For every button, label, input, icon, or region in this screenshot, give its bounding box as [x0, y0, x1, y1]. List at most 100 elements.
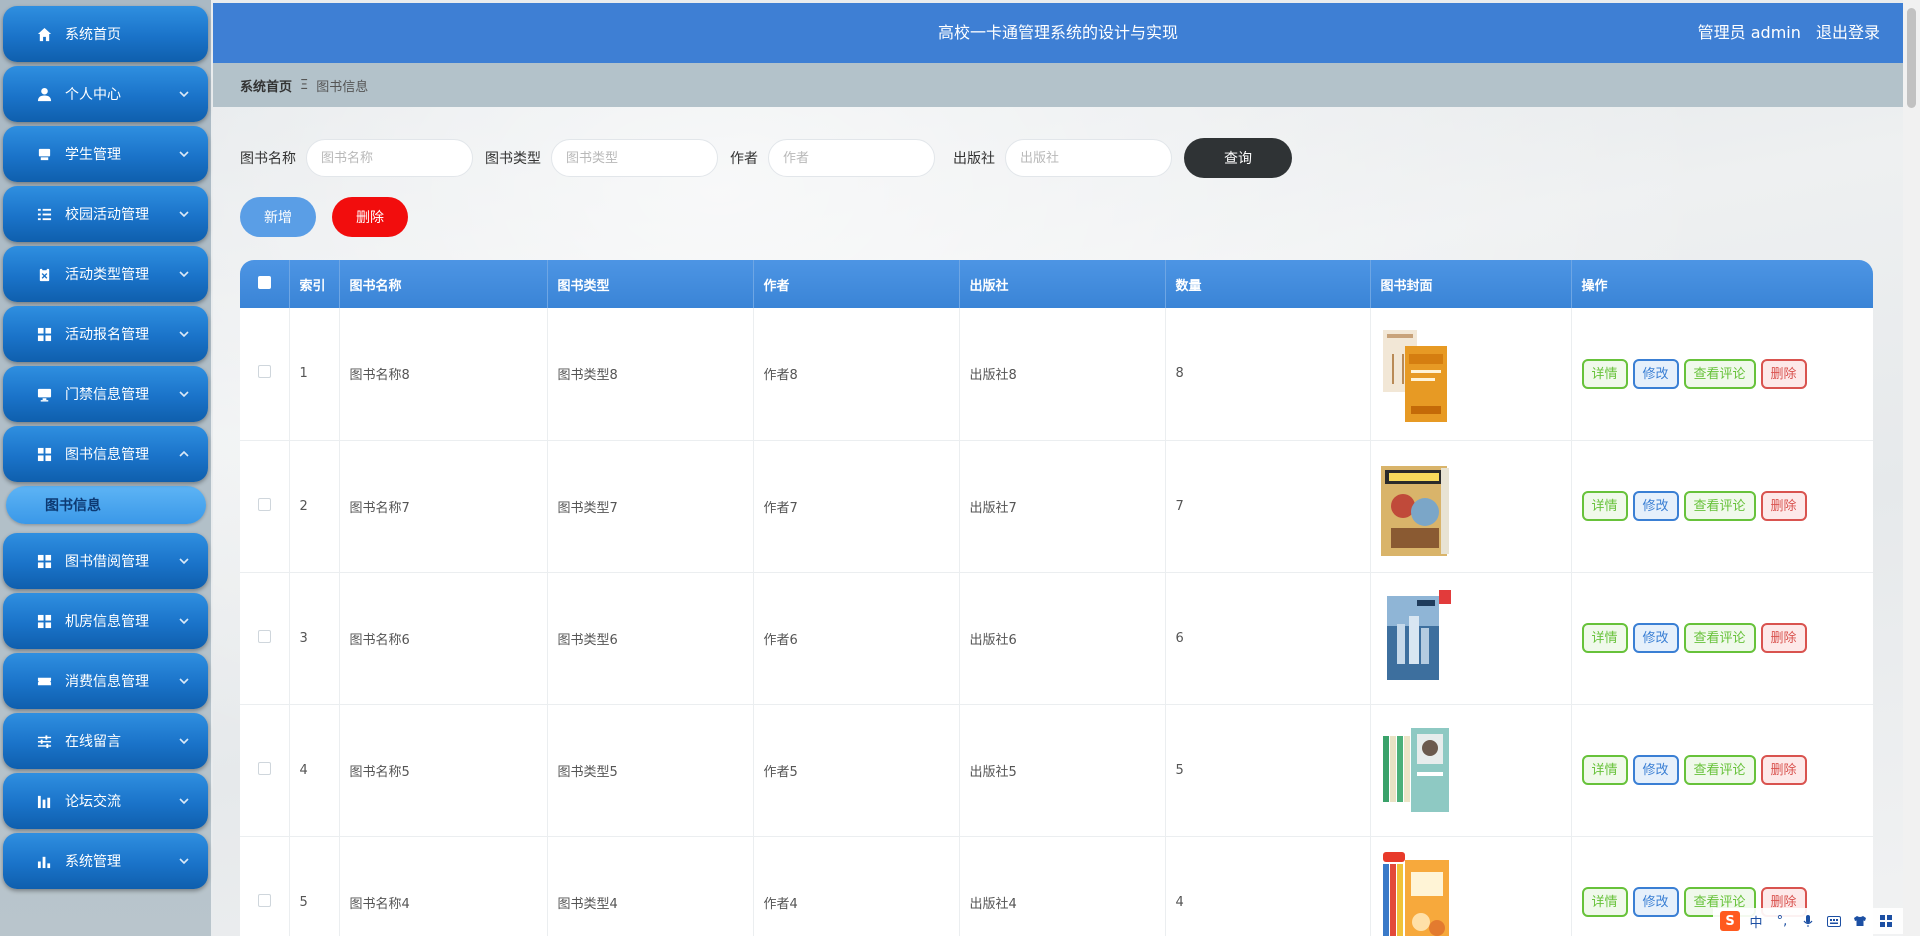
breadcrumb-home[interactable]: 系统首页	[240, 76, 292, 95]
edit-button[interactable]: 修改	[1632, 491, 1679, 521]
row-checkbox[interactable]	[257, 629, 271, 643]
author-input[interactable]	[768, 139, 935, 177]
scrollbar-thumb[interactable]	[1907, 8, 1916, 108]
sliders-icon	[36, 733, 52, 749]
detail-button[interactable]: 详情	[1581, 755, 1628, 785]
keyboard-icon[interactable]	[1824, 911, 1844, 931]
cell-book-name: 图书名称7	[339, 440, 548, 573]
edit-button[interactable]: 修改	[1632, 358, 1679, 389]
publisher-input[interactable]	[1005, 139, 1172, 177]
chevron-down-icon	[178, 735, 190, 747]
view-comments-button[interactable]: 查看评论	[1683, 623, 1756, 653]
chart-icon	[36, 793, 52, 809]
microphone-icon[interactable]	[1798, 911, 1818, 931]
sidebar-item-3[interactable]: 校园活动管理	[3, 186, 208, 242]
cell-book-type: 图书类型6	[547, 572, 754, 705]
book-cover-image[interactable]	[1380, 456, 1451, 556]
row-delete-button[interactable]: 删除	[1760, 358, 1807, 389]
row-checkbox[interactable]	[257, 893, 271, 907]
cell-book-name: 图书名称4	[339, 836, 548, 936]
row-checkbox[interactable]	[257, 497, 271, 511]
cell-quantity: 7	[1165, 440, 1371, 573]
row-checkbox[interactable]	[257, 365, 271, 379]
detail-button[interactable]: 详情	[1581, 358, 1628, 389]
row-delete-button[interactable]: 删除	[1760, 491, 1807, 521]
toolbox-grid-icon[interactable]	[1876, 911, 1896, 931]
page-scrollbar[interactable]	[1903, 0, 1920, 936]
cell-publisher: 出版社7	[959, 440, 1166, 573]
top-header: 高校一卡通管理系统的设计与实现 管理员 admin 退出登录	[213, 3, 1903, 63]
book-cover-image[interactable]	[1381, 324, 1451, 424]
detail-button[interactable]: 详情	[1581, 491, 1628, 521]
add-button[interactable]: 新增	[240, 197, 316, 237]
chevron-down-icon	[178, 855, 190, 867]
sidebar-item-11[interactable]: 在线留言	[3, 713, 208, 769]
view-comments-button[interactable]: 查看评论	[1683, 358, 1756, 389]
ime-punct-toggle[interactable]: °,	[1772, 911, 1792, 931]
author-label: 作者	[730, 151, 758, 167]
sogou-logo-icon[interactable]: S	[1720, 911, 1740, 931]
select-all-checkbox[interactable]	[257, 275, 271, 289]
sidebar-item-6[interactable]: 门禁信息管理	[3, 366, 208, 422]
user-icon	[36, 86, 52, 102]
skin-shirt-icon[interactable]	[1850, 911, 1870, 931]
select-all-header[interactable]	[240, 260, 290, 308]
row-select-cell	[240, 704, 290, 837]
cell-cover	[1370, 440, 1572, 573]
column-header: 数量	[1165, 260, 1371, 308]
row-delete-button[interactable]: 删除	[1760, 755, 1807, 785]
sidebar-item-label: 系统首页	[65, 27, 121, 43]
current-user-label[interactable]: 管理员 admin	[1698, 23, 1801, 42]
view-comments-button[interactable]: 查看评论	[1683, 491, 1756, 521]
chevron-down-icon	[178, 388, 190, 400]
chevron-down-icon	[178, 208, 190, 220]
sidebar-item-12[interactable]: 论坛交流	[3, 773, 208, 829]
grid-icon	[36, 446, 52, 462]
book-cover-image[interactable]	[1381, 588, 1451, 688]
sidebar-item-label: 论坛交流	[65, 794, 121, 810]
cell-publisher: 出版社4	[959, 836, 1166, 936]
view-comments-button[interactable]: 查看评论	[1683, 755, 1756, 785]
ime-toolbar: S 中 °,	[1713, 908, 1903, 934]
logout-link[interactable]: 退出登录	[1816, 23, 1880, 42]
book-name-input[interactable]	[306, 139, 473, 177]
book-type-input[interactable]	[551, 139, 718, 177]
sidebar-item-4[interactable]: 活动类型管理	[3, 246, 208, 302]
detail-button[interactable]: 详情	[1581, 623, 1628, 653]
sidebar-item-1[interactable]: 个人中心	[3, 66, 208, 122]
table-body: 1 图书名称8 图书类型8 作者8 出版社8 8 详情 修改 查看评论 删除 2 图书名称7 图书类型7…	[240, 308, 1873, 936]
book-cover-image[interactable]	[1381, 852, 1451, 936]
sidebar-item-13[interactable]: 系统管理	[3, 833, 208, 889]
book-cover-image[interactable]	[1381, 720, 1451, 820]
cell-author: 作者8	[753, 308, 960, 441]
edit-button[interactable]: 修改	[1632, 623, 1679, 653]
sidebar-item-9[interactable]: 机房信息管理	[3, 593, 208, 649]
bar-chart-icon	[36, 853, 52, 869]
sidebar: 系统首页个人中心 学生管理 校园活动管理 活动类型管理 活动报名管理门禁信息管理图书信息…	[0, 0, 211, 936]
edit-button[interactable]: 修改	[1632, 887, 1679, 917]
chevron-down-icon	[178, 88, 190, 100]
cell-index: 4	[289, 704, 340, 837]
sidebar-item-0[interactable]: 系统首页	[3, 6, 208, 62]
ime-lang-toggle[interactable]: 中	[1746, 911, 1766, 931]
cell-quantity: 8	[1165, 308, 1371, 441]
sidebar-item-5[interactable]: 活动报名管理	[3, 306, 208, 362]
sidebar-item-2[interactable]: 学生管理	[3, 126, 208, 182]
batch-delete-button[interactable]: 删除	[332, 197, 408, 237]
sidebar-item-7[interactable]: 图书信息管理	[3, 426, 208, 482]
row-delete-button[interactable]: 删除	[1760, 623, 1807, 653]
detail-button[interactable]: 详情	[1581, 887, 1628, 917]
chevron-down-icon	[178, 268, 190, 280]
sidebar-item-label: 门禁信息管理	[65, 387, 149, 403]
submenu-item-active[interactable]: 图书信息	[6, 486, 206, 524]
book-table: 索引 图书名称 图书类型 作者 出版社 数量 图书封面 操作 1 图书名称8 图书类…	[240, 260, 1873, 936]
id-card-icon	[36, 146, 52, 162]
row-checkbox[interactable]	[257, 761, 271, 775]
sidebar-item-label: 图书借阅管理	[65, 554, 149, 570]
cell-index: 2	[289, 440, 340, 573]
edit-button[interactable]: 修改	[1632, 755, 1679, 785]
sidebar-item-8[interactable]: 图书借阅管理	[3, 533, 208, 589]
sidebar-item-10[interactable]: 消费信息管理	[3, 653, 208, 709]
grid-icon	[36, 553, 52, 569]
search-button[interactable]: 查询	[1184, 138, 1292, 178]
